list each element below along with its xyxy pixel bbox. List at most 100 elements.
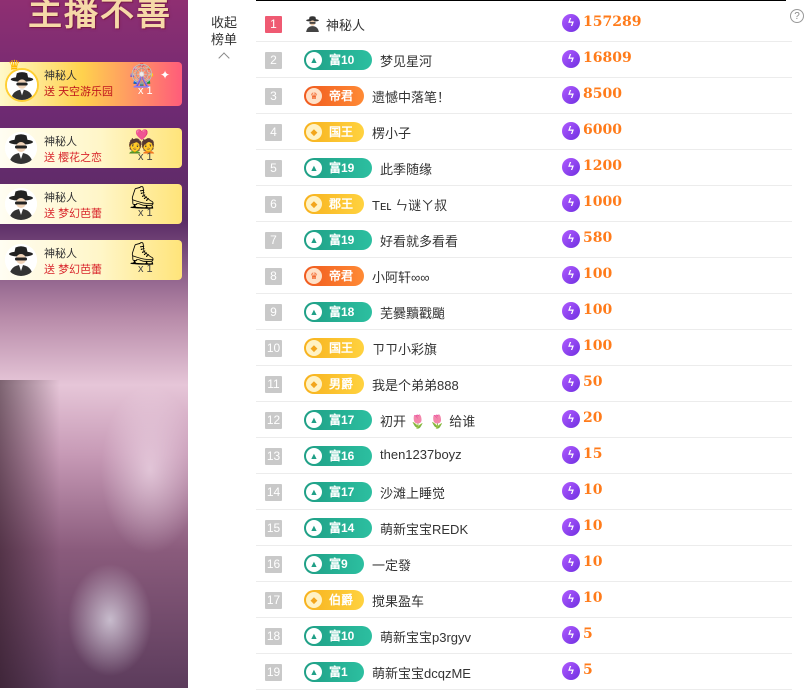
lightning-coin-icon: ϟ <box>562 86 580 104</box>
ranking-row[interactable]: 17 ◆ 伯爵 搅果盈车 ϟ 10 <box>256 582 792 618</box>
ranking-row[interactable]: 4 ◆ 国王 楞小子 ϟ 6000 <box>256 114 792 150</box>
ranking-row[interactable]: 3 ♛ 帝君 遗憾中落笔！ ϟ 8500 <box>256 78 792 114</box>
ranking-list: 1 神秘人 ϟ 157289 2 ▲ 富10 梦见星河 ϟ 16809 3 ♛ 帝君 遗憾中落笔！ ϟ 850… <box>256 6 792 690</box>
ranking-row[interactable]: 18 ▲ 富10 萌新宝宝p3rgyv ϟ 5 <box>256 618 792 654</box>
ranking-row[interactable]: 12 ▲ 富17 初开 🌷 🌷 给谁 ϟ 20 <box>256 402 792 438</box>
ranking-row[interactable]: 6 ◆ 郡王 Tᴇʟ ㄣ谜ㄚ叔 ϟ 1000 <box>256 186 792 222</box>
user-name[interactable]: Tᴇʟ ㄣ谜ㄚ叔 <box>372 195 447 214</box>
gift-name: 梦幻芭蕾 <box>58 208 103 220</box>
rank-number: 12 <box>265 412 282 429</box>
user-name[interactable]: 初开 🌷 🌷 给谁 <box>380 411 475 430</box>
mystery-user-icon <box>304 15 321 32</box>
user-name[interactable]: 好看就多看看 <box>380 231 458 250</box>
badge-label: 富19 <box>329 233 355 247</box>
ranking-row[interactable]: 1 神秘人 ϟ 157289 <box>256 6 792 42</box>
contribution-score: 15 <box>583 446 603 462</box>
user-name[interactable]: 此季随缘 <box>380 159 432 178</box>
user-name[interactable]: 我是个弟弟888 <box>372 375 459 394</box>
wealth-level-icon: ▲ <box>306 160 322 176</box>
ranking-row[interactable]: 5 ▲ 富19 此季随缘 ϟ 1200 <box>256 150 792 186</box>
avatar[interactable] <box>5 68 39 102</box>
badge-label: 富9 <box>329 557 348 571</box>
contribution-score: 580 <box>583 230 613 246</box>
rank-number: 7 <box>265 232 282 249</box>
ranking-row[interactable]: 13 ▲ 富16 then1237boyz ϟ 15 <box>256 438 792 474</box>
gift-name: 梦幻芭蕾 <box>58 264 103 276</box>
badge-label: 富10 <box>329 629 355 643</box>
lightning-coin-icon: ϟ <box>562 662 580 680</box>
gift-sender-name: 神秘人 <box>44 192 77 204</box>
contribution-score: 100 <box>583 302 613 318</box>
ranking-row[interactable]: 16 ▲ 富9 一定發 ϟ 10 <box>256 546 792 582</box>
wealth-level-icon: ▲ <box>306 484 322 500</box>
ranking-row[interactable]: 7 ▲ 富19 好看就多看看 ϟ 580 <box>256 222 792 258</box>
user-name[interactable]: 一定發 <box>372 555 411 574</box>
lightning-coin-icon: ϟ <box>562 302 580 320</box>
ranking-row[interactable]: 10 ◆ 国王 ㄗㄗ小彩旗 ϟ 100 <box>256 330 792 366</box>
contribution-score: 8500 <box>583 86 622 102</box>
user-name[interactable]: 梦见星河 <box>380 51 432 70</box>
gift-description: 送 梦幻芭蕾 <box>44 261 102 277</box>
wealth-level-icon: ▲ <box>306 448 322 464</box>
rank-number: 4 <box>265 124 282 141</box>
stream-title: 主播不善 <box>28 0 172 33</box>
contribution-score: 157289 <box>583 14 642 30</box>
ranking-row[interactable]: 15 ▲ 富14 萌新宝宝REDK ϟ 10 <box>256 510 792 546</box>
user-name[interactable]: 搅果盈车 <box>372 591 424 610</box>
rank-number: 14 <box>265 484 282 501</box>
ranking-row[interactable]: 19 ▲ 富1 萌新宝宝dcqzME ϟ 5 <box>256 654 792 690</box>
lightning-coin-icon: ϟ <box>562 374 580 392</box>
ranking-row[interactable]: 8 ♛ 帝君 小阿轩∞∞ ϟ 100 <box>256 258 792 294</box>
user-name[interactable]: 芜爨黷戳颵 <box>380 303 445 322</box>
badge-label: 男爵 <box>329 377 354 391</box>
rank-number: 6 <box>265 196 282 213</box>
ranking-row[interactable]: 14 ▲ 富17 沙滩上睡觉 ϟ 10 <box>256 474 792 510</box>
lightning-coin-icon: ϟ <box>562 446 580 464</box>
user-name[interactable]: 沙滩上睡觉 <box>380 483 445 502</box>
user-name[interactable]: 神秘人 <box>326 15 365 34</box>
badge-label: 富16 <box>329 449 355 463</box>
emperor-rank-icon: ♛ <box>306 88 322 104</box>
emperor-rank-icon: ♛ <box>306 268 322 284</box>
ranking-row[interactable]: 11 ◆ 男爵 我是个弟弟888 ϟ 50 <box>256 366 792 402</box>
lightning-coin-icon: ϟ <box>562 590 580 608</box>
rank-number: 9 <box>265 304 282 321</box>
ranking-row[interactable]: 9 ▲ 富18 芜爨黷戳颵 ϟ 100 <box>256 294 792 330</box>
user-level-badge: ▲ 富10 <box>304 626 372 646</box>
contribution-score: 6000 <box>583 122 622 138</box>
contribution-score: 100 <box>583 266 613 282</box>
avatar[interactable] <box>5 188 37 220</box>
rank-number: 5 <box>265 160 282 177</box>
user-name[interactable]: 遗憾中落笔！ <box>372 87 450 106</box>
user-level-badge: ▲ 富19 <box>304 158 372 178</box>
user-name[interactable]: 楞小子 <box>372 123 411 142</box>
user-name[interactable]: 萌新宝宝REDK <box>380 519 468 538</box>
rank-number: 10 <box>265 340 282 357</box>
contribution-score: 1000 <box>583 194 622 210</box>
avatar[interactable] <box>5 244 37 276</box>
user-name[interactable]: ㄗㄗ小彩旗 <box>372 339 437 358</box>
wealth-level-icon: ▲ <box>306 52 322 68</box>
gift-count: x 1 <box>138 207 153 219</box>
user-name[interactable]: 萌新宝宝dcqzME <box>372 663 471 682</box>
collapse-ranking-button[interactable]: 收起 榜单 <box>204 14 244 64</box>
ranking-row[interactable]: 2 ▲ 富10 梦见星河 ϟ 16809 <box>256 42 792 78</box>
badge-label: 富14 <box>329 521 355 535</box>
user-name[interactable]: 萌新宝宝p3rgyv <box>380 627 471 646</box>
help-icon[interactable]: ? <box>790 9 804 23</box>
lightning-coin-icon: ϟ <box>562 518 580 536</box>
user-name[interactable]: 小阿轩∞∞ <box>372 267 430 286</box>
badge-label: 国王 <box>329 341 354 355</box>
divider <box>256 0 786 1</box>
gift-count: x 1 <box>138 85 153 97</box>
contribution-score: 5 <box>583 662 593 678</box>
collapse-label-line2: 榜单 <box>210 32 237 47</box>
noble-rank-icon: ◆ <box>306 376 322 392</box>
avatar[interactable] <box>5 132 37 164</box>
send-word: 送 <box>44 264 55 276</box>
user-name[interactable]: then1237boyz <box>380 447 462 462</box>
rank-number: 11 <box>265 376 282 393</box>
wealth-level-icon: ▲ <box>306 304 322 320</box>
user-level-badge: ◆ 国王 <box>304 122 364 142</box>
contribution-score: 1200 <box>583 158 622 174</box>
